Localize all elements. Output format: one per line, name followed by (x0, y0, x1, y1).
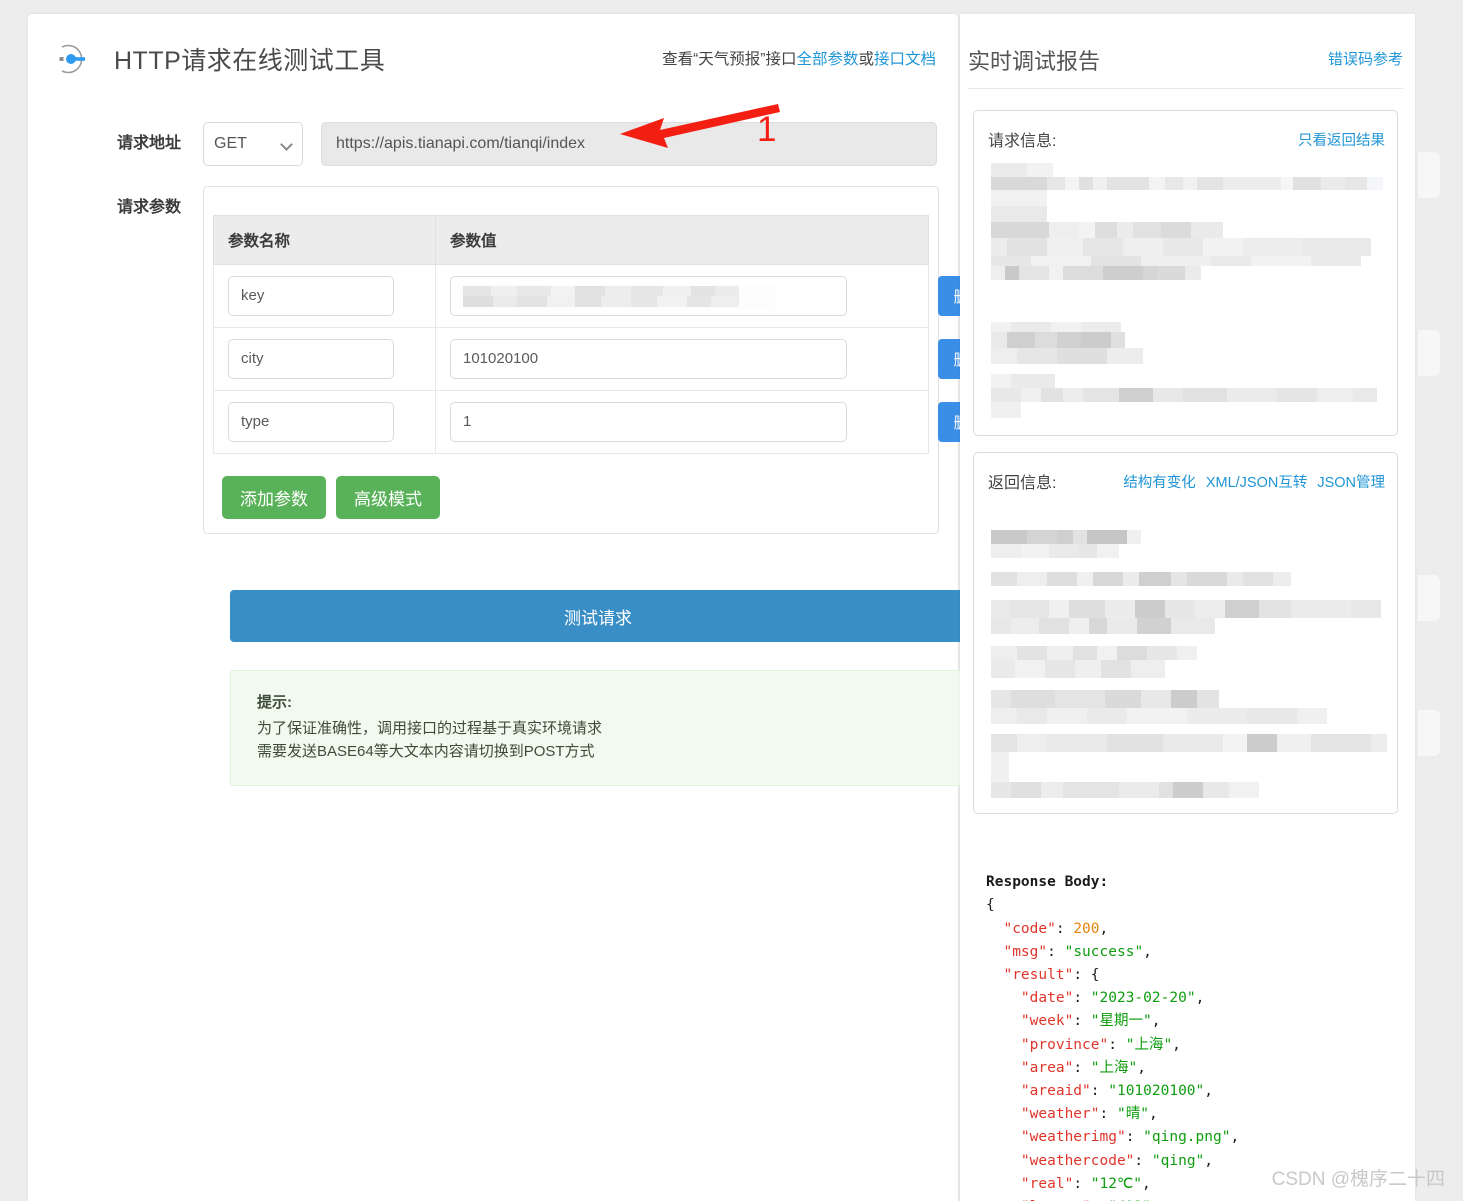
header-links: 查看“天气预报”接口全部参数或接口文档 (662, 47, 936, 69)
link-error-code-reference[interactable]: 错误码参考 (1328, 48, 1403, 69)
param-value-input[interactable]: 101020100 (450, 339, 847, 379)
cell-param-name: key (213, 264, 436, 328)
brand: HTTP请求在线测试工具 (48, 36, 385, 82)
params-table-body: key city 101020100 type 1 (213, 264, 1000, 454)
cell-param-value: 删除 (435, 264, 1000, 328)
request-info-card: 请求信息: 只看返回结果 (973, 110, 1398, 436)
col-header-param-name: 参数名称 (213, 215, 436, 265)
method-select-value: GET (214, 135, 247, 152)
cell-param-name: type (213, 390, 436, 454)
tip-line-2: 需要发送BASE64等大文本内容请切换到POST方式 (257, 743, 595, 760)
page-title: HTTP请求在线测试工具 (114, 47, 386, 75)
request-info-masked-content (983, 160, 1391, 428)
link-json-manage[interactable]: JSON管理 (1317, 475, 1385, 491)
side-tab-handle[interactable] (1418, 330, 1440, 376)
table-row: city 101020100 删除 (213, 327, 1000, 391)
json-line: "msg": "success", (1003, 943, 1152, 960)
cell-param-value: 101020100 删除 (435, 327, 1000, 391)
link-structure-changed[interactable]: 结构有变化 (1123, 475, 1196, 491)
json-line: "weather": "晴", (1020, 1106, 1158, 1123)
json-value-real: 12℃ (1099, 1175, 1134, 1192)
side-tab-handle[interactable] (1418, 710, 1440, 756)
json-value-msg: success (1073, 943, 1135, 960)
json-value-code: 200 (1073, 920, 1100, 937)
json-value-weather: 晴 (1125, 1106, 1141, 1123)
request-circle-icon (48, 36, 94, 82)
header-links-prefix: 查看“天气预报”接口 (662, 51, 797, 68)
request-info-actions: 只看返回结果 (1288, 129, 1385, 150)
link-only-show-result[interactable]: 只看返回结果 (1298, 133, 1385, 149)
json-value-weatherimg: qing.png (1151, 1129, 1222, 1146)
request-url-input[interactable]: https://apis.tianapi.com/tianqi/index (321, 122, 937, 166)
side-tab-handle[interactable] (1418, 152, 1440, 198)
response-info-actions: 结构有变化 XML/JSON互转 JSON管理 (1113, 471, 1385, 492)
json-line: "week": "星期一", (1020, 1013, 1161, 1030)
params-table: 参数名称 参数值 key city 101020100 type 1 (213, 215, 1000, 454)
table-row: key (213, 264, 1000, 328)
params-actions: 添加参数 高级模式 (222, 476, 930, 519)
json-line: "date": "2023-02-20", (1020, 990, 1205, 1007)
watermark: CSDN @槐序二十四 (1271, 1169, 1445, 1190)
params-box: 参数名称 参数值 key city 101020100 type 1 添加参数 … (203, 186, 1000, 534)
response-info-masked-content (983, 508, 1391, 808)
tip-title: 提示: (257, 694, 292, 711)
app-root: HTTP请求在线测试工具 查看“天气预报”接口全部参数或接口文档 请求地址 GE… (0, 0, 1463, 1201)
json-line: "lowest": "4℃", (986, 1196, 1416, 1201)
json-line: "areaid": "101020100", (1020, 1083, 1214, 1100)
json-value-province: 上海 (1134, 1036, 1164, 1053)
request-url-row: 请求地址 GET https://apis.tianapi.com/tianqi… (28, 122, 958, 166)
left-header: HTTP请求在线测试工具 查看“天气预报”接口全部参数或接口文档 (28, 14, 958, 94)
json-value-week: 星期一 (1099, 1013, 1144, 1030)
divider (968, 88, 1403, 89)
json-line: "weatherimg": "qing.png", (1020, 1129, 1240, 1146)
submit-request-button[interactable]: 测试请求 (230, 590, 966, 642)
request-url-label: 请求地址 (116, 135, 181, 152)
json-line: "result": { (1003, 967, 1100, 984)
tip-line-1: 为了保证准确性，调用接口的过程基于真实环境请求 (257, 720, 603, 737)
params-table-header-row: 参数名称 参数值 (213, 215, 929, 265)
response-body-heading: Response Body: (986, 874, 1109, 891)
json-value-areaid: 101020100 (1116, 1083, 1196, 1100)
json-line: { (986, 897, 995, 914)
cell-param-name: city (213, 327, 436, 391)
link-xml-json-convert[interactable]: XML/JSON互转 (1206, 475, 1308, 491)
param-name-input[interactable]: city (228, 339, 394, 379)
method-select[interactable]: GET (203, 122, 303, 166)
side-tab-handle[interactable] (1418, 575, 1440, 621)
link-api-doc[interactable]: 接口文档 (874, 51, 936, 68)
request-info-label: 请求信息: (988, 133, 1057, 150)
json-line: "code": 200, (1003, 920, 1109, 937)
json-line: "area": "上海", (1020, 1059, 1146, 1076)
link-all-params[interactable]: 全部参数 (796, 51, 858, 68)
request-params-row: 请求参数 参数名称 参数值 key city 101020100 type 1 … (28, 186, 1000, 534)
table-row: type 1 删除 (213, 390, 1000, 454)
header-links-sep: 或 (858, 51, 874, 68)
param-value-input[interactable] (450, 276, 847, 316)
masked-value-overlay (459, 284, 775, 310)
response-info-label: 返回信息: (988, 475, 1057, 492)
param-value-input[interactable]: 1 (450, 402, 847, 442)
request-builder-card: HTTP请求在线测试工具 查看“天气预报”接口全部参数或接口文档 请求地址 GE… (28, 14, 1000, 1201)
cell-param-value: 1 删除 (435, 390, 1000, 454)
response-info-card: 返回信息: 结构有变化 XML/JSON互转 JSON管理 (973, 452, 1398, 814)
annotation-number: 1 (757, 110, 777, 149)
param-name-input[interactable]: key (228, 276, 394, 316)
advanced-mode-button[interactable]: 高级模式 (336, 476, 440, 519)
param-name-input[interactable]: type (228, 402, 394, 442)
json-value-date: 2023-02-20 (1099, 990, 1187, 1007)
chevron-down-icon (280, 138, 293, 151)
tip-box: 提示: 为了保证准确性，调用接口的过程基于真实环境请求 需要发送BASE64等大… (230, 670, 966, 786)
add-param-button[interactable]: 添加参数 (222, 476, 326, 519)
request-params-label: 请求参数 (116, 199, 181, 216)
json-line: "province": "上海", (1020, 1036, 1181, 1053)
col-header-param-value: 参数值 (435, 215, 929, 265)
json-value-weathercode: qing (1160, 1152, 1196, 1169)
response-body-code: Response Body: { "code": 200, "msg": "suc… (986, 848, 1416, 1201)
report-title: 实时调试报告 (968, 49, 1101, 74)
json-value-area: 上海 (1099, 1059, 1129, 1076)
